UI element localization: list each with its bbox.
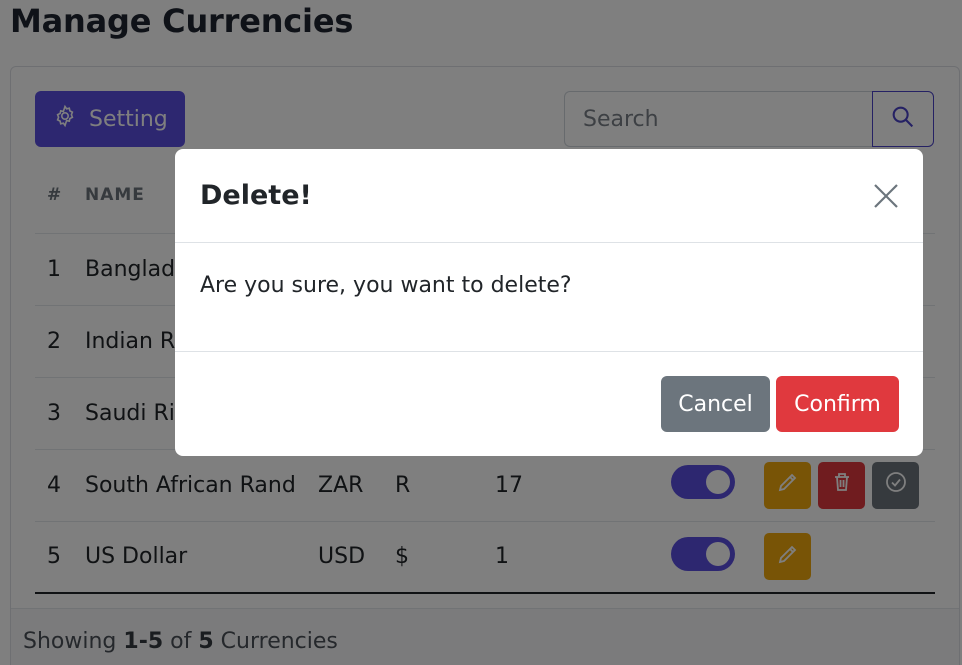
dialog-title: Delete!: [200, 180, 312, 211]
confirm-button[interactable]: Confirm: [776, 376, 899, 432]
delete-dialog: Delete! Are you sure, you want to delete…: [175, 149, 923, 456]
dialog-message: Are you sure, you want to delete?: [175, 243, 923, 352]
dialog-footer: Cancel Confirm: [175, 352, 923, 456]
cancel-button[interactable]: Cancel: [661, 376, 770, 432]
close-icon[interactable]: [871, 181, 901, 211]
dialog-header: Delete!: [175, 149, 923, 243]
